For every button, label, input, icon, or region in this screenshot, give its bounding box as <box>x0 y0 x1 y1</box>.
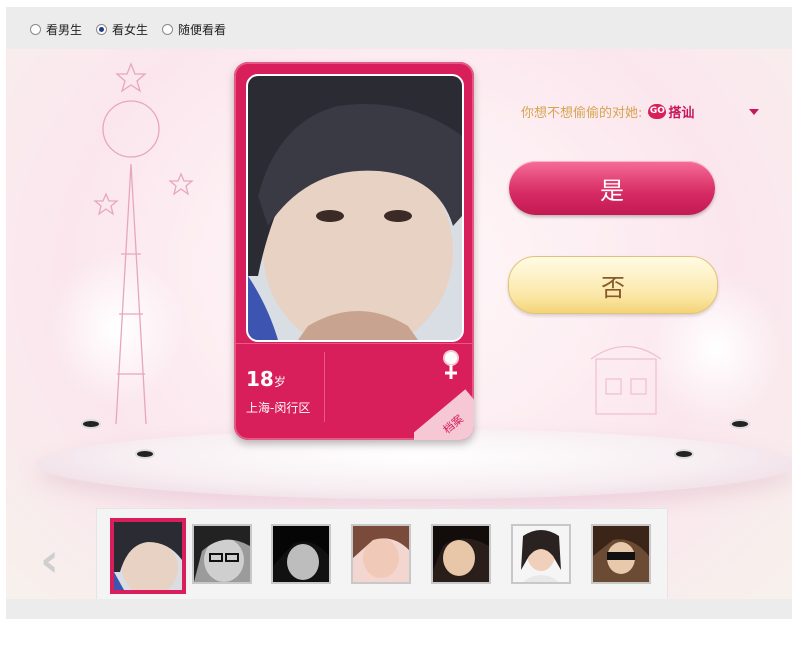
filter-bar: 看男生 看女生 随便看看 <box>6 7 792 49</box>
chat-prompt: 你想不想偷偷的对她: GO 搭讪 <box>521 102 694 121</box>
go-chat-label: 搭讪 <box>668 106 695 121</box>
card-vertical-divider <box>324 352 325 422</box>
profile-card[interactable]: 18岁 上海-闵行区 档案 <box>234 62 474 440</box>
thumbnail-item[interactable] <box>192 524 252 584</box>
thumbnail-image <box>273 526 329 582</box>
thumbnail-item[interactable] <box>351 524 411 584</box>
archive-label: 档案 <box>440 412 466 437</box>
profile-age-unit: 岁 <box>273 375 286 389</box>
female-icon <box>443 350 459 379</box>
thumbnail-item[interactable] <box>591 524 651 584</box>
radio-dot-male[interactable] <box>30 24 41 35</box>
profile-age-value: 18 <box>246 367 274 391</box>
bottom-bar <box>6 599 792 619</box>
thumbnail-image <box>433 526 489 582</box>
yes-button[interactable]: 是 <box>509 161 715 215</box>
thumbnail-item[interactable] <box>110 518 186 594</box>
radio-view-female[interactable]: 看女生 <box>96 21 148 38</box>
stage-spotlight <box>81 419 101 429</box>
thumbnail-image <box>593 526 649 582</box>
thumbnail-image <box>513 526 569 582</box>
profile-location: 上海-闵行区 <box>246 401 311 415</box>
prompt-question: 你想不想偷偷的对她: <box>521 106 643 121</box>
stage-spotlight <box>674 449 694 459</box>
radio-view-random[interactable]: 随便看看 <box>162 21 226 38</box>
chevron-left-icon[interactable]: ‹ <box>40 537 59 583</box>
archive-corner-tab[interactable]: 档案 <box>414 388 474 440</box>
tower-doodle-decoration <box>93 62 194 424</box>
radio-label-female: 看女生 <box>112 23 149 37</box>
shop-doodle-decoration <box>590 346 662 415</box>
profile-photo-image <box>248 76 462 340</box>
radio-dot-female[interactable] <box>96 24 108 35</box>
thumbnail-image <box>194 526 250 582</box>
thumbnail-item[interactable] <box>271 524 331 584</box>
thumbnail-item[interactable] <box>511 524 571 584</box>
chevron-down-icon[interactable] <box>749 109 759 115</box>
thumbnail-image <box>114 522 182 590</box>
profile-photo[interactable] <box>246 74 464 342</box>
radio-label-random: 随便看看 <box>178 23 227 37</box>
stage-spotlight <box>135 449 155 459</box>
stage-spotlight <box>730 419 750 429</box>
gender-filter-group: 看男生 看女生 随便看看 <box>30 21 226 38</box>
radio-label-male: 看男生 <box>46 23 83 37</box>
radio-view-male[interactable]: 看男生 <box>30 21 82 38</box>
no-button[interactable]: 否 <box>508 256 718 314</box>
thumbnail-item[interactable] <box>431 524 491 584</box>
go-chat-action[interactable]: GO 搭讪 <box>648 102 694 121</box>
profile-age: 18岁 <box>246 367 286 391</box>
go-heart-icon: GO <box>648 104 667 119</box>
radio-dot-random[interactable] <box>162 24 174 35</box>
card-divider <box>234 343 474 344</box>
thumbnail-image <box>353 526 409 582</box>
